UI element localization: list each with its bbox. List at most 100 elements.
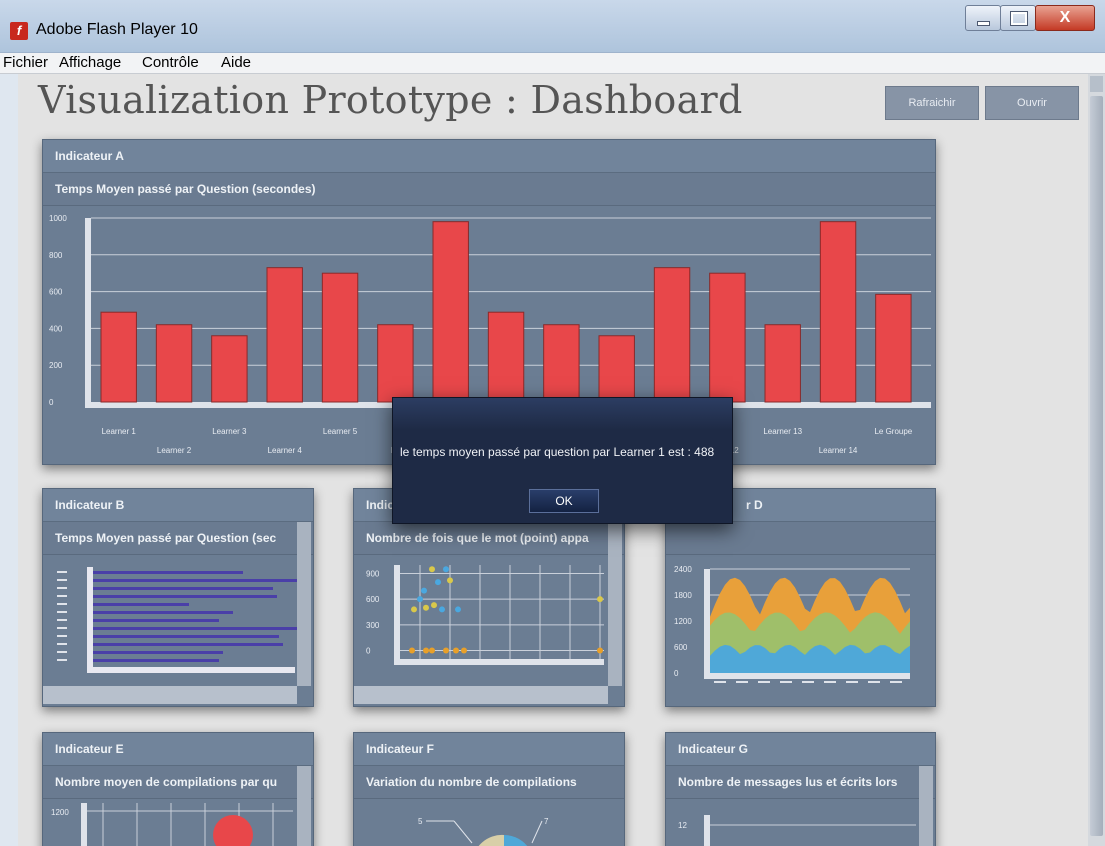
panel-title: Indicateur E — [43, 733, 313, 766]
vertical-scrollbar[interactable] — [608, 522, 622, 686]
bar[interactable] — [93, 595, 277, 598]
data-point[interactable] — [409, 647, 415, 654]
bar[interactable] — [819, 221, 857, 403]
bar[interactable] — [93, 651, 223, 654]
panel-indicateur-f: Indicateur F Variation du nombre de comp… — [353, 732, 625, 846]
menu-affichage[interactable]: Affichage — [59, 54, 121, 71]
pie-slice[interactable] — [504, 834, 534, 846]
menu-bar: Fichier Affichage Contrôle Aide — [0, 53, 1105, 74]
data-point[interactable] — [423, 604, 429, 611]
data-point[interactable] — [461, 647, 467, 654]
data-point[interactable] — [429, 566, 435, 573]
y-tick-label: 400 — [49, 324, 63, 333]
y-tick-label: 800 — [49, 251, 63, 260]
bar[interactable] — [93, 619, 219, 622]
area-chart: 0 600 1200 1800 2400 — [674, 565, 910, 683]
bar[interactable] — [432, 221, 469, 403]
horizontal-scrollbar[interactable] — [354, 686, 608, 704]
x-tick-label: Learner 4 — [268, 446, 303, 455]
chart-title — [666, 522, 935, 555]
close-button[interactable]: X — [1035, 5, 1095, 31]
data-point[interactable] — [597, 647, 603, 654]
open-button[interactable]: Ouvrir — [985, 86, 1079, 120]
data-point[interactable] — [443, 647, 449, 654]
bar[interactable] — [93, 635, 279, 638]
y-tick-label — [57, 651, 67, 653]
data-point[interactable] — [417, 596, 423, 603]
panel-title: Indicateur A — [43, 140, 935, 173]
menu-aide[interactable]: Aide — [221, 54, 251, 71]
data-point[interactable] — [429, 647, 435, 654]
bar[interactable] — [93, 571, 243, 574]
vertical-scrollbar[interactable] — [919, 766, 933, 846]
scrollbar-thumb[interactable] — [1090, 96, 1103, 836]
horizontal-scrollbar[interactable] — [43, 686, 297, 704]
panel-title: Indicateur G — [666, 733, 935, 766]
x-axis — [394, 659, 604, 665]
y-tick-label — [57, 619, 67, 621]
bar[interactable] — [93, 587, 273, 590]
data-point[interactable] — [439, 606, 445, 613]
bar[interactable] — [93, 659, 219, 662]
bar[interactable] — [653, 267, 691, 403]
y-tick-label: 300 — [366, 621, 380, 630]
y-tick-label: 12 — [678, 821, 687, 830]
y-tick-label: 0 — [49, 398, 54, 407]
menu-fichier[interactable]: Fichier — [3, 54, 48, 71]
scroll-up-arrow-icon[interactable] — [1090, 76, 1103, 92]
refresh-button[interactable]: Rafraichir — [885, 86, 979, 120]
y-tick-label — [57, 587, 67, 589]
bar[interactable] — [93, 627, 301, 630]
bar[interactable] — [93, 579, 301, 582]
title-bar[interactable]: f Adobe Flash Player 10 X — [0, 0, 1105, 53]
bar[interactable] — [266, 267, 303, 403]
minimize-button[interactable] — [965, 5, 1001, 31]
vertical-scrollbar[interactable] — [297, 522, 311, 686]
bar[interactable] — [93, 643, 283, 646]
data-point[interactable] — [423, 647, 429, 654]
bar[interactable] — [487, 311, 525, 403]
data-point[interactable] — [453, 647, 459, 654]
data-point[interactable] — [435, 579, 441, 586]
bar[interactable] — [321, 272, 359, 403]
bar[interactable] — [93, 603, 189, 606]
data-point[interactable] — [447, 577, 453, 584]
data-point[interactable] — [431, 602, 437, 609]
bar[interactable] — [764, 324, 801, 403]
pie-slice[interactable] — [472, 834, 504, 846]
chart-title: Nombre de messages lus et écrits lors — [666, 766, 935, 799]
bar[interactable] — [875, 293, 912, 403]
leader-line — [531, 820, 543, 844]
y-tick-label — [57, 643, 67, 645]
maximize-button[interactable] — [1000, 5, 1036, 31]
bar[interactable] — [377, 324, 414, 403]
data-point[interactable] — [421, 587, 427, 594]
data-point[interactable] — [455, 606, 461, 613]
data-point[interactable] — [597, 596, 603, 603]
x-tick-label: Learner 3 — [212, 427, 247, 436]
data-point[interactable] — [411, 606, 417, 613]
flash-player-icon: f — [10, 22, 28, 40]
y-tick-label: 600 — [49, 288, 63, 297]
bar[interactable] — [598, 335, 635, 403]
bar[interactable] — [155, 324, 193, 403]
menu-controle[interactable]: Contrôle — [142, 54, 199, 71]
data-point[interactable] — [213, 815, 253, 846]
bars — [57, 571, 301, 662]
y-tick-label — [57, 595, 67, 597]
page-vertical-scrollbar[interactable] — [1088, 74, 1105, 846]
scatter-chart: 0 300 600 900 — [366, 565, 604, 665]
flash-player-window: f Adobe Flash Player 10 X Fichier Affich… — [0, 0, 1105, 846]
data-point[interactable] — [443, 566, 449, 573]
y-tick-label — [57, 611, 67, 613]
y-tick-label: 0 — [366, 646, 371, 655]
ok-button[interactable]: OK — [529, 489, 599, 513]
bar[interactable] — [709, 272, 746, 403]
bar[interactable] — [543, 324, 580, 403]
y-tick-label — [57, 635, 67, 637]
bar[interactable] — [100, 311, 137, 403]
bar[interactable] — [211, 335, 248, 403]
x-tick-label — [780, 681, 792, 683]
bar[interactable] — [93, 611, 233, 614]
vertical-scrollbar[interactable] — [297, 766, 311, 846]
